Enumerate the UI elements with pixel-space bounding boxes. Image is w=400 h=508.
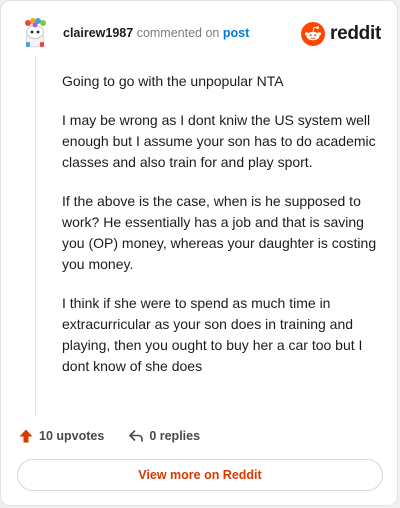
comment-meta: clairew1987 commented on post [63, 26, 249, 40]
reddit-wordmark: reddit [330, 23, 381, 44]
comment-paragraph: Going to go with the unpopular NTA [62, 73, 284, 89]
action-text: commented on [136, 26, 220, 40]
comment-paragraph: If the above is the case, when is he sup… [62, 193, 377, 272]
reddit-snoo-icon [301, 22, 326, 46]
upvote-count: 10 upvotes [39, 429, 105, 443]
upvote-arrow-icon [19, 429, 33, 443]
comment-header: clairew1987 commented on post reddit [17, 15, 381, 51]
reddit-logo[interactable]: reddit [301, 21, 381, 47]
view-more-button[interactable]: View more on Reddit [17, 459, 383, 491]
user-avatar[interactable] [17, 15, 53, 51]
comment-body: Going to go with the unpopular NTA I may… [62, 71, 382, 395]
reply-button[interactable]: 0 replies [128, 428, 200, 444]
comment-embed-card: clairew1987 commented on post reddit Goi… [0, 0, 398, 506]
username-link[interactable]: clairew1987 [63, 26, 133, 40]
post-link[interactable]: post [223, 26, 249, 40]
comment-paragraph: I think if she were to spend as much tim… [62, 295, 363, 374]
upvote-button[interactable]: 10 upvotes [18, 428, 104, 444]
comment-paragraph: I may be wrong as I dont kniw the US sys… [62, 112, 376, 170]
comment-actions: 10 upvotes 0 replies [18, 425, 224, 447]
reply-count: 0 replies [149, 429, 201, 443]
reply-arrow-icon [129, 430, 144, 442]
thread-line [35, 57, 36, 415]
